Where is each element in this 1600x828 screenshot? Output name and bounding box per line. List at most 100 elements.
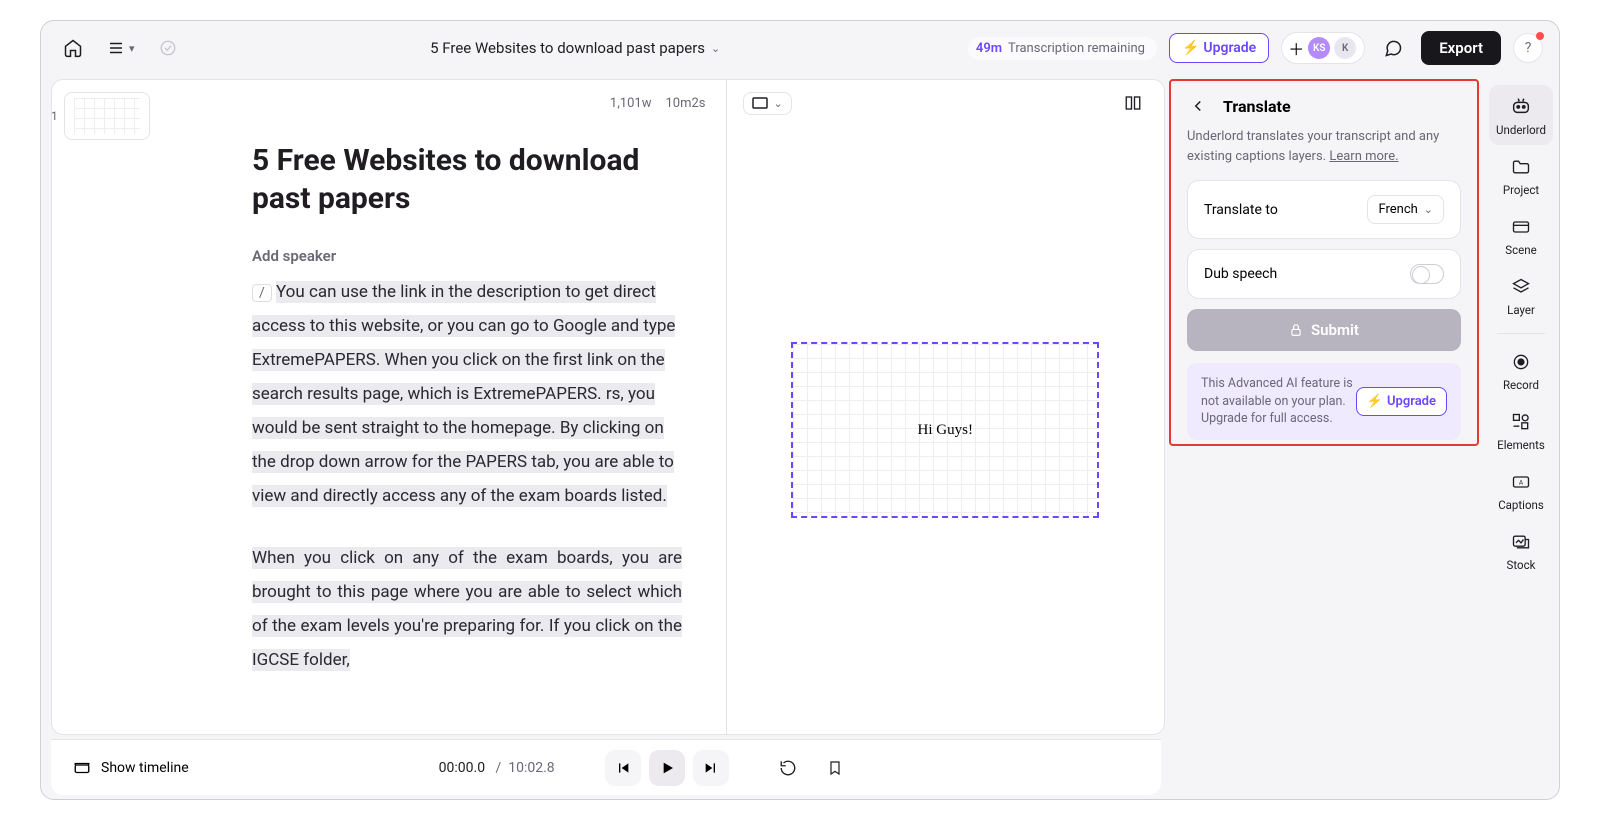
record-icon bbox=[1511, 352, 1531, 372]
rail-stock[interactable]: Stock bbox=[1489, 522, 1553, 580]
scene-icon bbox=[1511, 217, 1531, 237]
upgrade-label: Upgrade bbox=[1203, 40, 1256, 56]
paragraph[interactable]: You can use the link in the description … bbox=[252, 281, 675, 507]
language-select[interactable]: French ⌄ bbox=[1367, 195, 1444, 224]
project-title: 5 Free Websites to download past papers bbox=[430, 39, 705, 57]
dub-speech-toggle[interactable] bbox=[1410, 264, 1444, 284]
rail-project[interactable]: Project bbox=[1489, 147, 1553, 205]
bookmark-icon bbox=[827, 759, 843, 777]
add-speaker[interactable]: Add speaker bbox=[252, 247, 690, 265]
scene-thumb[interactable]: 1 bbox=[64, 92, 150, 140]
dub-speech-card: Dub speech bbox=[1187, 249, 1461, 299]
chevron-down-icon: ⌄ bbox=[1424, 203, 1433, 216]
rail-underlord[interactable]: Underlord bbox=[1489, 85, 1553, 145]
play-icon bbox=[659, 760, 675, 776]
upgrade-label: Upgrade bbox=[1387, 394, 1436, 409]
loop-button[interactable] bbox=[773, 753, 803, 783]
timeline-icon bbox=[73, 759, 91, 777]
layout-toggle-button[interactable] bbox=[1118, 88, 1148, 118]
stock-icon bbox=[1511, 532, 1531, 552]
transcription-time: 49m bbox=[976, 41, 1002, 56]
chevron-down-icon: ⌄ bbox=[774, 97, 783, 110]
export-button[interactable]: Export bbox=[1421, 31, 1501, 65]
back-button[interactable] bbox=[1187, 95, 1209, 117]
avatar: KS bbox=[1308, 37, 1330, 59]
menu-button[interactable]: ▾ bbox=[101, 33, 141, 63]
dub-speech-label: Dub speech bbox=[1204, 266, 1277, 282]
robot-icon bbox=[1510, 95, 1532, 117]
transcript-pane: 1,101w 10m2s 5 Free Websites to download… bbox=[162, 80, 726, 734]
transcript-body[interactable]: / You can use the link in the descriptio… bbox=[252, 275, 682, 677]
scene-list: 1 bbox=[52, 80, 162, 734]
rail-label: Record bbox=[1503, 378, 1539, 392]
duration: 10m2s bbox=[665, 96, 705, 111]
language-value: French bbox=[1378, 202, 1417, 217]
comments-button[interactable] bbox=[1377, 32, 1409, 64]
rail-layer[interactable]: Layer bbox=[1489, 267, 1553, 325]
translate-to-card: Translate to French ⌄ bbox=[1187, 180, 1461, 239]
shapes-icon bbox=[1511, 412, 1531, 432]
rail-record[interactable]: Record bbox=[1489, 342, 1553, 400]
upgrade-button[interactable]: ⚡ Upgrade bbox=[1356, 387, 1447, 416]
transport-controls bbox=[605, 750, 729, 786]
skip-forward-button[interactable] bbox=[693, 750, 729, 786]
play-button[interactable] bbox=[649, 750, 685, 786]
learn-more-link[interactable]: Learn more. bbox=[1329, 149, 1398, 164]
top-bar: ▾ 5 Free Websites to download past paper… bbox=[41, 21, 1559, 75]
layers-icon bbox=[1511, 277, 1531, 297]
scene-preview bbox=[74, 98, 140, 134]
rail-label: Underlord bbox=[1496, 123, 1546, 137]
frame-text: Hi Guys! bbox=[918, 422, 973, 439]
video-frame[interactable]: Hi Guys! bbox=[791, 342, 1099, 518]
canvas-toolbar: ⌄ bbox=[727, 80, 1165, 126]
translate-desc-text: Underlord translates your transcript and… bbox=[1187, 129, 1439, 164]
playhead-time: 00:00.0 / 10:02.8 bbox=[439, 760, 555, 776]
home-button[interactable] bbox=[57, 32, 89, 64]
submit-label: Submit bbox=[1311, 321, 1359, 339]
top-right: 49m Transcription remaining ⚡ Upgrade ＋ … bbox=[968, 31, 1543, 65]
top-left: ▾ bbox=[57, 32, 183, 64]
transcript-title[interactable]: 5 Free Websites to download past papers bbox=[252, 142, 690, 217]
help-button[interactable]: ? bbox=[1513, 33, 1543, 63]
canvas-stage[interactable]: Hi Guys! bbox=[727, 126, 1165, 734]
columns-icon bbox=[1124, 94, 1142, 112]
translate-description: Underlord translates your transcript and… bbox=[1187, 127, 1461, 166]
rail-label: Scene bbox=[1505, 243, 1536, 257]
loop-icon bbox=[779, 759, 797, 777]
rail-label: Layer bbox=[1507, 303, 1535, 317]
rail-label: Elements bbox=[1497, 438, 1545, 452]
skip-forward-icon bbox=[703, 760, 719, 776]
rail-scene[interactable]: Scene bbox=[1489, 207, 1553, 265]
rail-label: Stock bbox=[1507, 558, 1536, 572]
folder-icon bbox=[1511, 157, 1531, 177]
paragraph[interactable]: When you click on any of the exam boards… bbox=[252, 547, 682, 671]
show-timeline-button[interactable]: Show timeline bbox=[73, 759, 189, 777]
scene-index: 1 bbox=[51, 109, 58, 123]
slash-marker: / bbox=[252, 284, 272, 302]
captions-icon: A bbox=[1511, 472, 1531, 492]
menu-icon bbox=[107, 39, 125, 57]
project-title-area[interactable]: 5 Free Websites to download past papers … bbox=[197, 39, 954, 57]
svg-text:A: A bbox=[1519, 479, 1524, 487]
word-count: 1,101w bbox=[610, 96, 652, 111]
transcription-remaining: 49m Transcription remaining bbox=[968, 37, 1157, 60]
rail-elements[interactable]: Elements bbox=[1489, 402, 1553, 460]
current-time: 00:00.0 bbox=[439, 760, 485, 776]
home-icon bbox=[63, 38, 83, 58]
aspect-ratio-button[interactable]: ⌄ bbox=[743, 92, 792, 115]
share-users-button[interactable]: ＋ KS K bbox=[1281, 32, 1365, 64]
bookmark-button[interactable] bbox=[821, 753, 849, 783]
extra-controls bbox=[773, 753, 849, 783]
total-time: 10:02.8 bbox=[508, 760, 554, 776]
rail-separator bbox=[1497, 333, 1545, 334]
editor-panel: 1 1,101w 10m2s 5 Free Websites to downlo… bbox=[51, 79, 1165, 735]
skip-back-button[interactable] bbox=[605, 750, 641, 786]
submit-button[interactable]: Submit bbox=[1187, 309, 1461, 351]
upgrade-button[interactable]: ⚡ Upgrade bbox=[1169, 33, 1269, 63]
avatar: K bbox=[1334, 37, 1356, 59]
right-rail: Underlord Project Scene Layer Record E bbox=[1483, 75, 1559, 799]
sync-status[interactable] bbox=[153, 33, 183, 63]
rail-captions[interactable]: A Captions bbox=[1489, 462, 1553, 520]
check-circle-icon bbox=[159, 39, 177, 57]
bottom-bar: Show timeline 00:00.0 / 10:02.8 bbox=[51, 739, 1161, 795]
